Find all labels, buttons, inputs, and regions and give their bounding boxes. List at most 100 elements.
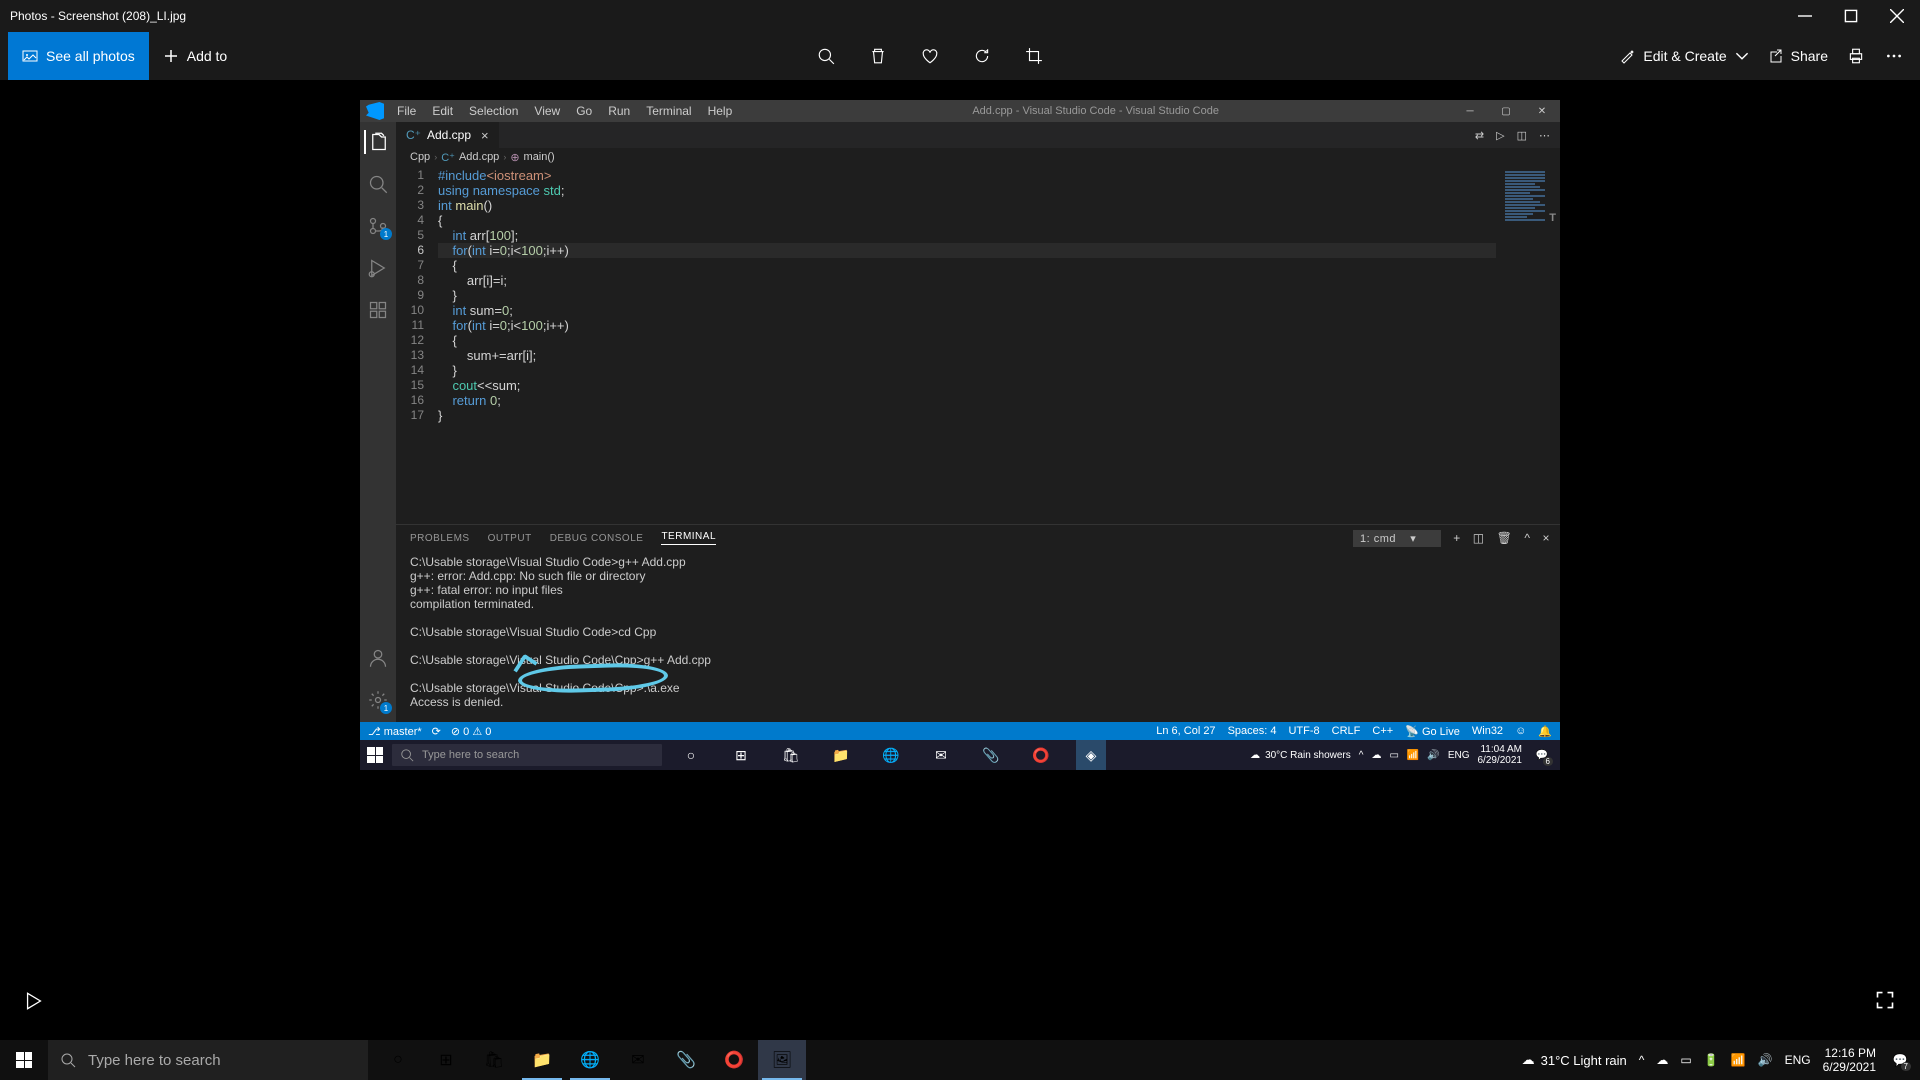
panel-tab-terminal[interactable]: TERMINAL	[661, 531, 716, 545]
tray-chevron-icon[interactable]: ^	[1359, 750, 1364, 761]
panel-tab-output[interactable]: OUTPUT	[488, 533, 532, 544]
photos-app-icon[interactable]: 🖼	[758, 1040, 806, 1080]
more-actions-icon[interactable]: ⋯	[1539, 129, 1550, 142]
spaces-indicator[interactable]: Spaces: 4	[1228, 725, 1277, 737]
menu-edit[interactable]: Edit	[425, 102, 460, 120]
taskview-icon[interactable]: ⊞	[422, 1040, 470, 1080]
edge-icon[interactable]: 🌐	[876, 740, 906, 770]
inner-weather[interactable]: ☁ 30°C Rain showers	[1250, 750, 1351, 761]
sync-icon[interactable]: ⟳	[432, 725, 441, 738]
inner-start-button[interactable]	[360, 747, 390, 763]
panel-tab-debug-console[interactable]: DEBUG CONSOLE	[550, 533, 644, 544]
start-button[interactable]	[0, 1040, 48, 1080]
maximize-button[interactable]	[1828, 0, 1874, 32]
maximize-panel-icon[interactable]: ^	[1524, 531, 1530, 545]
kill-terminal-icon[interactable]: 🗑	[1497, 531, 1513, 545]
store-icon[interactable]: 🛍	[776, 740, 806, 770]
eol-indicator[interactable]: CRLF	[1332, 725, 1361, 737]
feedback-icon[interactable]: ☺	[1515, 725, 1526, 737]
terminal-select[interactable]: 1: cmd ▾	[1353, 530, 1441, 547]
delete-icon[interactable]	[868, 46, 888, 66]
terminal-output[interactable]: C:\Usable storage\Visual Studio Code>g++…	[396, 551, 1560, 722]
search-input[interactable]: Type here to search	[48, 1040, 368, 1080]
menu-file[interactable]: File	[390, 102, 423, 120]
taskview-icon[interactable]: ⊞	[726, 740, 756, 770]
wifi-icon[interactable]: 📶	[1731, 1053, 1746, 1067]
onedrive-icon[interactable]: ☁	[1371, 750, 1381, 761]
meet-icon[interactable]: ▭	[1389, 750, 1398, 761]
office-icon[interactable]: 📎	[976, 740, 1006, 770]
lang-indicator[interactable]: ENG	[1785, 1053, 1811, 1067]
account-icon[interactable]	[366, 646, 390, 670]
print-icon[interactable]	[1846, 46, 1866, 66]
more-icon[interactable]	[1884, 46, 1904, 66]
mail-app-icon[interactable]: ✉	[614, 1040, 662, 1080]
breadcrumb[interactable]: Cpp› C⁺ Add.cpp› ⊕ main()	[396, 148, 1560, 166]
vscode-menu[interactable]: FileEditSelectionViewGoRunTerminalHelp	[390, 102, 739, 120]
split-icon[interactable]: ◫	[1517, 129, 1527, 142]
volume-icon[interactable]: 🔊	[1427, 750, 1439, 761]
compare-icon[interactable]: ⇄	[1475, 129, 1484, 142]
tab-add-cpp[interactable]: C⁺ Add.cpp ×	[396, 122, 499, 148]
inner-search-input[interactable]: Type here to search	[392, 744, 662, 766]
rotate-icon[interactable]	[972, 46, 992, 66]
play-icon[interactable]	[25, 992, 43, 1015]
vscode-icon[interactable]: ◈	[1076, 740, 1106, 770]
menu-run[interactable]: Run	[601, 102, 637, 120]
zoom-icon[interactable]	[816, 46, 836, 66]
vs-close-button[interactable]: ✕	[1524, 100, 1560, 122]
explorer-app-icon[interactable]: 📁	[518, 1040, 566, 1080]
cortana-icon[interactable]: ○	[676, 740, 706, 770]
action-center-icon[interactable]: 💬7	[1888, 1048, 1912, 1072]
language-indicator[interactable]: C++	[1372, 725, 1393, 737]
source-control-icon[interactable]: 1	[366, 214, 390, 238]
menu-help[interactable]: Help	[701, 102, 740, 120]
inner-lang[interactable]: ENG	[1448, 750, 1470, 761]
code-editor[interactable]: 1234567891011121314151617 #include<iostr…	[396, 166, 1560, 524]
opera-app-icon[interactable]: ⭕	[710, 1040, 758, 1080]
cursor-position[interactable]: Ln 6, Col 27	[1156, 725, 1215, 737]
fullscreen-icon[interactable]	[1875, 990, 1895, 1015]
new-terminal-icon[interactable]: +	[1453, 531, 1461, 545]
mail-icon[interactable]: ✉	[926, 740, 956, 770]
edit-create-button[interactable]: Edit & Create	[1619, 48, 1748, 64]
clock[interactable]: 12:16 PM 6/29/2021	[1823, 1046, 1876, 1074]
add-to-button[interactable]: Add to	[149, 48, 241, 64]
close-panel-icon[interactable]: ×	[1542, 531, 1550, 545]
split-terminal-icon[interactable]: ◫	[1473, 531, 1485, 545]
close-button[interactable]	[1874, 0, 1920, 32]
menu-view[interactable]: View	[527, 102, 567, 120]
platform-indicator[interactable]: Win32	[1472, 725, 1503, 737]
volume-icon[interactable]: 🔊	[1758, 1053, 1773, 1067]
share-button[interactable]: Share	[1767, 48, 1828, 64]
branch-indicator[interactable]: ⎇ master*	[368, 725, 422, 738]
minimize-button[interactable]	[1782, 0, 1828, 32]
favorite-icon[interactable]	[920, 46, 940, 66]
office-app-icon[interactable]: 📎	[662, 1040, 710, 1080]
weather-widget[interactable]: ☁ 31°C Light rain	[1522, 1052, 1627, 1068]
extensions-icon[interactable]	[366, 298, 390, 322]
explorer-icon[interactable]	[364, 130, 390, 154]
panel-tab-problems[interactable]: PROBLEMS	[410, 533, 470, 544]
vs-maximize-button[interactable]: ▢	[1488, 100, 1524, 122]
wifi-icon[interactable]: 📶	[1407, 750, 1419, 761]
crop-icon[interactable]	[1024, 46, 1044, 66]
opera-icon[interactable]: ⭕	[1026, 740, 1056, 770]
store-icon[interactable]: 🛍	[470, 1040, 518, 1080]
edge-app-icon[interactable]: 🌐	[566, 1040, 614, 1080]
meet-icon[interactable]: ▭	[1680, 1053, 1691, 1067]
run-debug-icon[interactable]	[366, 256, 390, 280]
problems-indicator[interactable]: ⊘ 0 ⚠ 0	[451, 725, 492, 738]
tab-close-icon[interactable]: ×	[481, 128, 489, 143]
see-all-photos-button[interactable]: See all photos	[8, 32, 149, 80]
action-center-icon[interactable]: 💬6	[1530, 743, 1554, 767]
menu-go[interactable]: Go	[569, 102, 599, 120]
tray-chevron-icon[interactable]: ^	[1639, 1053, 1645, 1067]
encoding-indicator[interactable]: UTF-8	[1288, 725, 1319, 737]
explorer-icon[interactable]: 📁	[826, 740, 856, 770]
golive-button[interactable]: 📡 Go Live	[1405, 725, 1460, 738]
inner-clock[interactable]: 11:04 AM 6/29/2021	[1478, 744, 1523, 766]
menu-terminal[interactable]: Terminal	[639, 102, 698, 120]
notifications-icon[interactable]: 🔔	[1538, 725, 1552, 738]
cortana-icon[interactable]: ○	[374, 1040, 422, 1080]
